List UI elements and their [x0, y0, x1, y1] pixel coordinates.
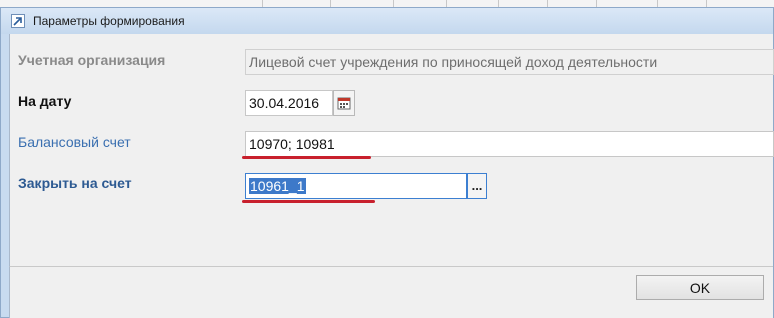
dialog-titlebar[interactable]: Параметры формирования [1, 8, 773, 34]
selected-text: 10961_1 [249, 178, 306, 194]
balance-account-label: Балансовый счет [18, 134, 131, 150]
dialog-app-icon [11, 14, 25, 28]
close-to-account-field[interactable]: 10961_1 [245, 173, 467, 199]
organization-label: Учетная организация [18, 52, 166, 68]
close-to-account-annotation-underline [242, 200, 375, 203]
calendar-icon [337, 96, 351, 110]
balance-account-field[interactable]: 10970; 10981 [245, 131, 774, 157]
ok-button[interactable]: OK [636, 275, 764, 300]
ellipsis-icon: ... [471, 178, 483, 193]
date-field[interactable]: 30.04.2016 [245, 90, 333, 116]
browse-button[interactable]: ... [467, 173, 487, 199]
date-label: На дату [18, 93, 72, 109]
dialog-title: Параметры формирования [33, 14, 185, 28]
date-picker-button[interactable] [333, 90, 355, 116]
close-to-account-label: Закрыть на счет [18, 175, 132, 191]
balance-account-annotation-underline [242, 156, 371, 159]
organization-field: Лицевой счет учреждения по приносящей до… [245, 49, 774, 75]
